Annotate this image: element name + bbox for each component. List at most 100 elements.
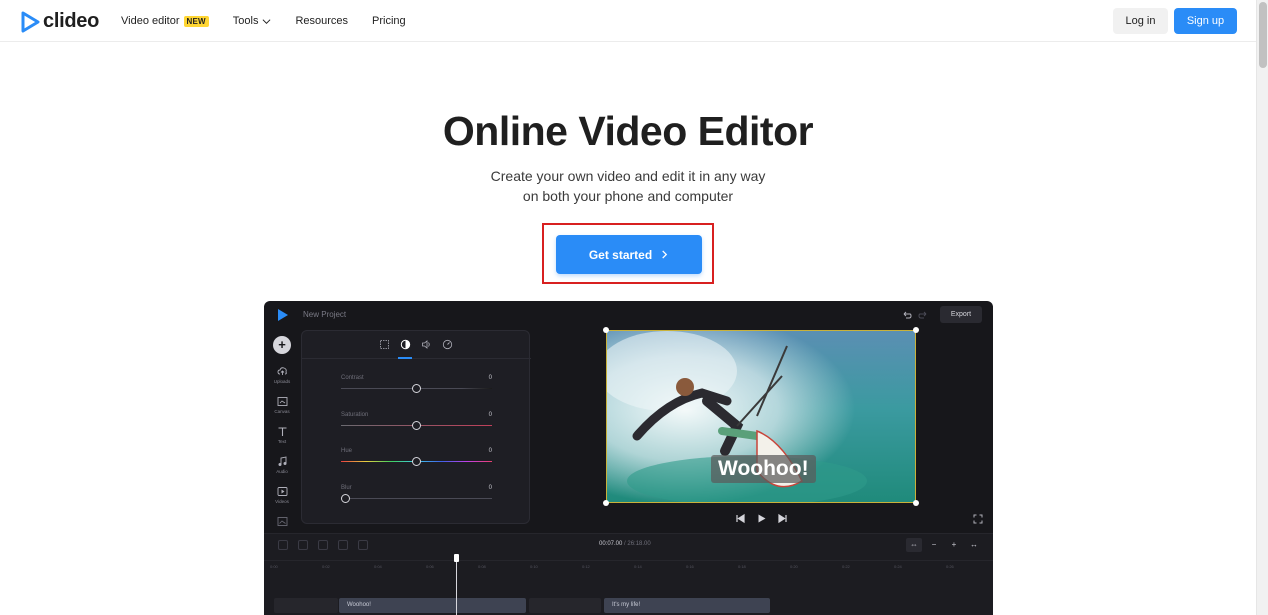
text-clip-label: Woohoo! <box>347 602 371 608</box>
timeline-tools <box>278 540 368 550</box>
resize-handle-top-right[interactable] <box>913 327 919 333</box>
playhead[interactable] <box>456 556 457 615</box>
text-clip-label: It's my life! <box>612 602 641 608</box>
skip-back-icon[interactable] <box>735 513 746 524</box>
canvas-icon <box>277 397 287 406</box>
scrollbar-thumb[interactable] <box>1259 2 1267 68</box>
nav-resources-label: Resources <box>295 15 349 27</box>
total-time: 26:18.00 <box>627 541 651 547</box>
nav-pricing-label: Pricing <box>372 15 406 27</box>
timecode: 00:07.00 / 26:18.00 <box>599 541 651 547</box>
undo-icon[interactable] <box>902 310 912 320</box>
nav-pricing[interactable]: Pricing <box>372 15 406 27</box>
chevron-right-icon <box>662 250 668 259</box>
page-scrollbar[interactable] <box>1256 0 1268 615</box>
sidebar-item-more[interactable] <box>264 516 300 527</box>
slider-knob[interactable] <box>412 384 421 393</box>
slider-track[interactable] <box>341 497 492 499</box>
crop-icon[interactable] <box>379 339 390 350</box>
duplicate-tool-icon[interactable] <box>298 540 308 550</box>
text-clip[interactable]: Woohoo! <box>339 598 526 613</box>
play-logo-icon <box>21 11 40 32</box>
sidebar-item-uploads[interactable]: Uploads <box>264 366 300 384</box>
brand-name: clideo <box>43 10 99 32</box>
nav-video-editor[interactable]: Video editor NEW <box>121 15 209 27</box>
page: clideo Video editor NEW Tools Resources … <box>0 0 1268 615</box>
chevron-down-icon <box>263 18 271 24</box>
redo-icon[interactable] <box>918 310 928 320</box>
playhead-handle[interactable] <box>454 554 459 562</box>
slider-contrast[interactable]: Contrast 0 <box>341 375 492 403</box>
zoom-controls: ⇔ − + ↔ <box>906 538 982 552</box>
login-button[interactable]: Log in <box>1113 8 1168 34</box>
filter-tool-icon[interactable] <box>338 540 348 550</box>
slider-knob[interactable] <box>412 457 421 466</box>
sidebar-item-canvas[interactable]: Canvas <box>264 396 300 414</box>
adjust-panel: Contrast 0 Saturation 0 Hue 0 Blur 0 <box>301 330 531 524</box>
ruler-tick: 0:14 <box>634 564 642 569</box>
timeline-ruler[interactable]: 0:00 0:02 0:04 0:06 0:08 0:10 0:12 0:14 … <box>264 560 993 572</box>
track-empty-slot <box>529 598 601 613</box>
fullscreen-icon[interactable] <box>973 514 983 524</box>
signup-button[interactable]: Sign up <box>1174 8 1237 34</box>
resize-handle-bottom-left[interactable] <box>603 500 609 506</box>
slider-knob[interactable] <box>341 493 350 503</box>
slider-hue[interactable]: Hue 0 <box>341 448 492 476</box>
fit-timeline-button[interactable]: ⇔ <box>906 538 922 552</box>
slider-saturation[interactable]: Saturation 0 <box>341 412 492 440</box>
ruler-tick: 0:02 <box>322 564 330 569</box>
editor-logo-icon <box>278 309 288 321</box>
hero-subtitle-line-2: on both your phone and computer <box>522 188 734 204</box>
clideo-logo[interactable]: clideo <box>20 10 99 33</box>
delete-tool-icon[interactable] <box>358 540 368 550</box>
volume-icon[interactable] <box>421 339 432 350</box>
get-started-button[interactable]: Get started <box>556 235 702 274</box>
ruler-tick: 0:12 <box>582 564 590 569</box>
slider-knob[interactable] <box>412 420 421 430</box>
nav-tools-label: Tools <box>232 15 259 27</box>
play-icon[interactable] <box>756 513 767 524</box>
main-nav: Video editor NEW Tools Resources Pricing <box>121 0 430 42</box>
adjust-tabs <box>302 331 531 359</box>
trim-tool-icon[interactable] <box>318 540 328 550</box>
text-clip[interactable]: It's my life! <box>604 598 770 613</box>
editor-preview: New Project Export + Uploads Canvas Text… <box>264 301 993 615</box>
hero-subtitle: Create your own video and edit it in any… <box>0 166 1256 206</box>
add-media-button[interactable]: + <box>273 336 291 354</box>
slider-value: 0 <box>488 448 492 454</box>
project-name: New Project <box>303 310 347 319</box>
sidebar-item-text[interactable]: Text <box>264 426 300 444</box>
video-icon <box>277 487 287 496</box>
slider-value: 0 <box>488 375 492 381</box>
get-started-label: Get started <box>588 247 653 262</box>
sidebar-label-audio: Audio <box>276 469 288 474</box>
caption-text[interactable]: Woohoo! <box>711 455 816 483</box>
contrast-icon[interactable] <box>400 339 411 350</box>
slider-blur[interactable]: Blur 0 <box>341 485 492 513</box>
hero-subtitle-line-1: Create your own video and edit it in any… <box>490 168 766 184</box>
nav-resources[interactable]: Resources <box>295 15 348 27</box>
export-button[interactable]: Export <box>940 306 982 323</box>
expand-timeline-button[interactable]: ↔ <box>966 538 982 552</box>
ruler-tick: 0:26 <box>946 564 954 569</box>
cloud-upload-icon <box>277 367 287 375</box>
zoom-out-button[interactable]: − <box>926 538 942 552</box>
sidebar-item-audio[interactable]: Audio <box>264 456 300 474</box>
nav-tools[interactable]: Tools <box>233 15 272 27</box>
ruler-tick: 0:00 <box>270 564 278 569</box>
editor-sidebar: + Uploads Canvas Text Audio Videos <box>264 329 300 539</box>
split-tool-icon[interactable] <box>278 540 288 550</box>
ruler-tick: 0:08 <box>478 564 486 569</box>
nav-video-editor-label: Video editor <box>121 15 180 27</box>
sidebar-label-videos: Videos <box>275 499 289 504</box>
sidebar-item-videos[interactable]: Videos <box>264 486 300 504</box>
slider-value: 0 <box>488 484 492 491</box>
resize-handle-bottom-right[interactable] <box>913 500 919 506</box>
resize-handle-top-left[interactable] <box>603 327 609 333</box>
skip-forward-icon[interactable] <box>777 513 788 524</box>
site-header: clideo Video editor NEW Tools Resources … <box>0 0 1256 42</box>
music-note-icon <box>278 456 286 466</box>
zoom-in-button[interactable]: + <box>946 538 962 552</box>
playback-controls <box>735 513 788 524</box>
speed-icon[interactable] <box>442 339 453 350</box>
